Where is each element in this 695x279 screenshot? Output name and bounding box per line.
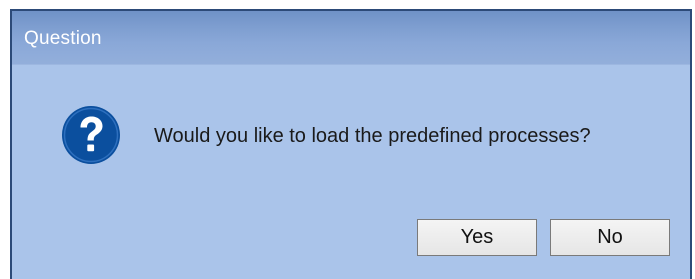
yes-button[interactable]: Yes <box>417 219 537 256</box>
dialog-title: Question <box>24 28 102 49</box>
question-icon <box>62 106 120 164</box>
dialog-message: Would you like to load the predefined pr… <box>154 125 591 147</box>
no-button[interactable]: No <box>550 219 670 256</box>
title-bar[interactable]: Question <box>12 11 690 65</box>
question-dialog: Question Would you like to load the pred… <box>10 9 692 279</box>
